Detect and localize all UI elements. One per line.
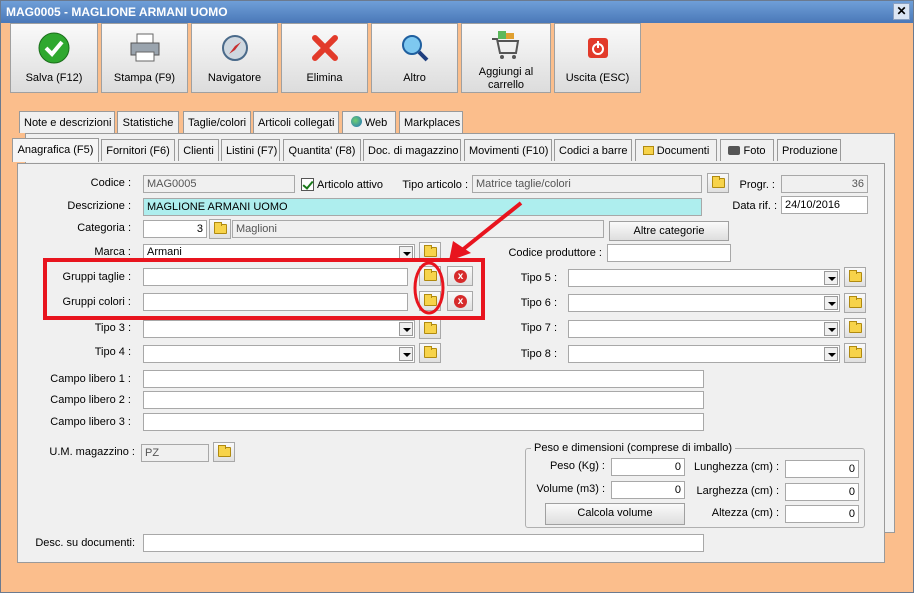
highlight-arrow-line (459, 201, 523, 253)
main-window: MAG0005 - MAGLIONE ARMANI UOMO ✕ Salva (… (0, 0, 914, 593)
annotation-overlay (43, 201, 523, 320)
highlight-box (43, 258, 485, 320)
highlight-circle (413, 261, 445, 315)
